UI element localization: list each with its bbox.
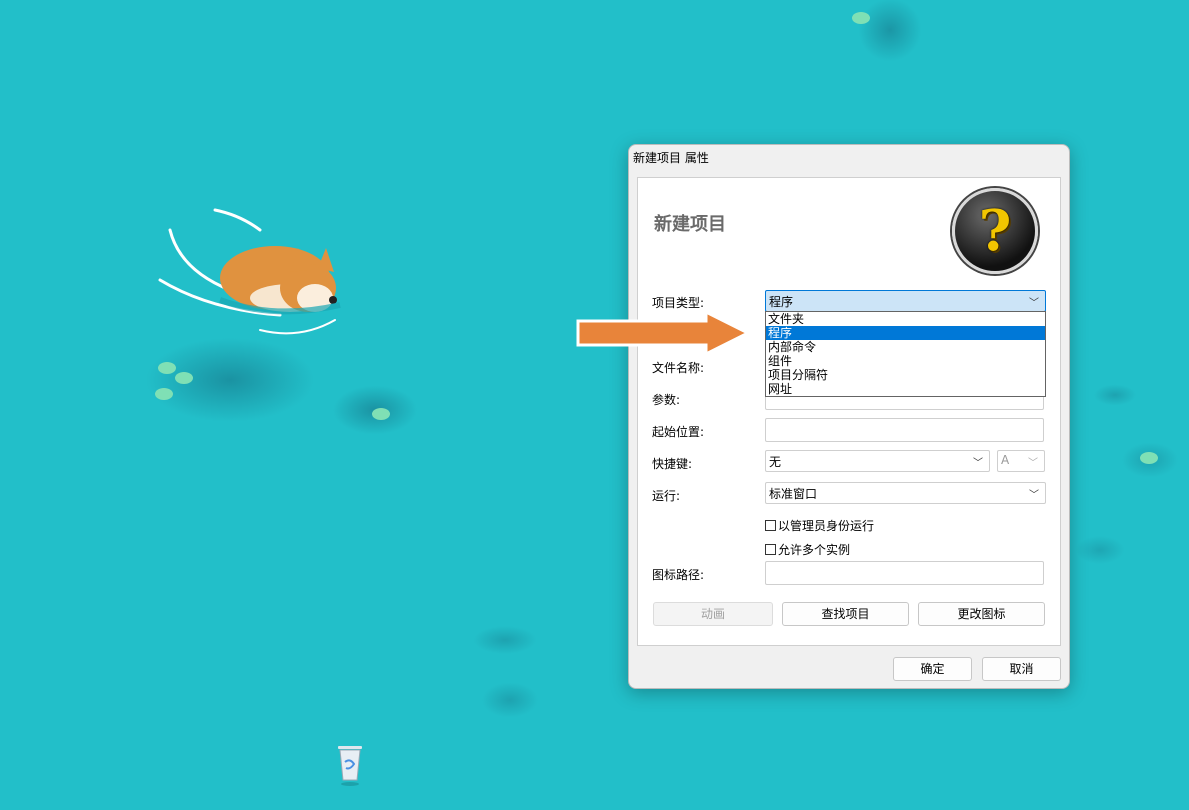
chevron-down-icon[interactable]: ﹀ xyxy=(1029,294,1039,309)
properties-dialog: 新建项目 属性 新建项目 ? 项目类型: 程序 ﹀ 文件夹 程序 内部命令 组件… xyxy=(628,144,1070,689)
dropdown-option-separator[interactable]: 项目分隔符 xyxy=(766,368,1045,382)
item-type-label: 项目类型: xyxy=(652,296,705,310)
dropdown-option-program[interactable]: 程序 xyxy=(766,326,1045,340)
start-location-input[interactable] xyxy=(765,418,1044,442)
run-as-admin-checkbox[interactable]: 以管理员身份运行 xyxy=(765,517,874,534)
shortcut-key-value: A xyxy=(1001,453,1010,467)
checkbox-box[interactable] xyxy=(765,520,776,531)
animate-button[interactable]: 动画 xyxy=(653,602,773,626)
run-mode-value: 标准窗口 xyxy=(769,487,818,501)
start-location-label: 起始位置: xyxy=(652,425,705,439)
shortcut-key-select[interactable]: A ﹀ xyxy=(997,450,1045,472)
ok-button[interactable]: 确定 xyxy=(893,657,972,681)
run-label: 运行: xyxy=(652,489,681,503)
lily-pad xyxy=(155,388,173,400)
dropdown-option-component[interactable]: 组件 xyxy=(766,354,1045,368)
chevron-down-icon[interactable]: ﹀ xyxy=(1028,454,1038,469)
params-label: 参数: xyxy=(652,393,681,407)
dropdown-option-internal-command[interactable]: 内部命令 xyxy=(766,340,1045,354)
checkbox-box[interactable] xyxy=(765,544,776,555)
lily-pad xyxy=(175,372,193,384)
dropdown-option-folder[interactable]: 文件夹 xyxy=(766,312,1045,326)
dropdown-option-url[interactable]: 网址 xyxy=(766,382,1045,396)
help-question-icon: ? xyxy=(952,188,1038,274)
allow-multiple-label: 允许多个实例 xyxy=(778,543,851,557)
lily-pad xyxy=(852,12,870,24)
lily-pad xyxy=(1140,452,1158,464)
run-as-admin-label: 以管理员身份运行 xyxy=(778,519,875,533)
find-item-button[interactable]: 查找项目 xyxy=(782,602,909,626)
properties-panel: 新建项目 ? 项目类型: 程序 ﹀ 文件夹 程序 内部命令 组件 项目分隔符 网… xyxy=(637,177,1061,646)
recycle-bin-icon[interactable] xyxy=(334,740,366,786)
item-type-dropdown-list: 文件夹 程序 内部命令 组件 项目分隔符 网址 xyxy=(765,311,1046,397)
lily-pad xyxy=(372,408,390,420)
file-name-label: 文件名称: xyxy=(652,361,705,375)
allow-multiple-checkbox[interactable]: 允许多个实例 xyxy=(765,541,850,558)
change-icon-button[interactable]: 更改图标 xyxy=(918,602,1045,626)
shortcut-modifier-select[interactable]: 无 ﹀ xyxy=(765,450,990,472)
dialog-title: 新建项目 属性 xyxy=(633,151,709,165)
shortcut-label: 快捷键: xyxy=(652,457,693,471)
item-type-select[interactable]: 程序 ﹀ xyxy=(765,290,1046,312)
corgi-illustration xyxy=(158,208,341,335)
cancel-button[interactable]: 取消 xyxy=(982,657,1061,681)
chevron-down-icon[interactable]: ﹀ xyxy=(1029,486,1039,501)
shortcut-value: 无 xyxy=(769,455,782,469)
help-glyph: ? xyxy=(978,198,1012,264)
run-mode-select[interactable]: 标准窗口 ﹀ xyxy=(765,482,1046,504)
item-type-value: 程序 xyxy=(769,295,794,309)
icon-path-input[interactable] xyxy=(765,561,1044,585)
lily-pad xyxy=(158,362,176,374)
chevron-down-icon[interactable]: ﹀ xyxy=(973,454,983,469)
pointer-arrow-icon xyxy=(576,312,752,354)
dialog-heading: 新建项目 xyxy=(654,214,726,235)
icon-path-label: 图标路径: xyxy=(652,568,705,582)
